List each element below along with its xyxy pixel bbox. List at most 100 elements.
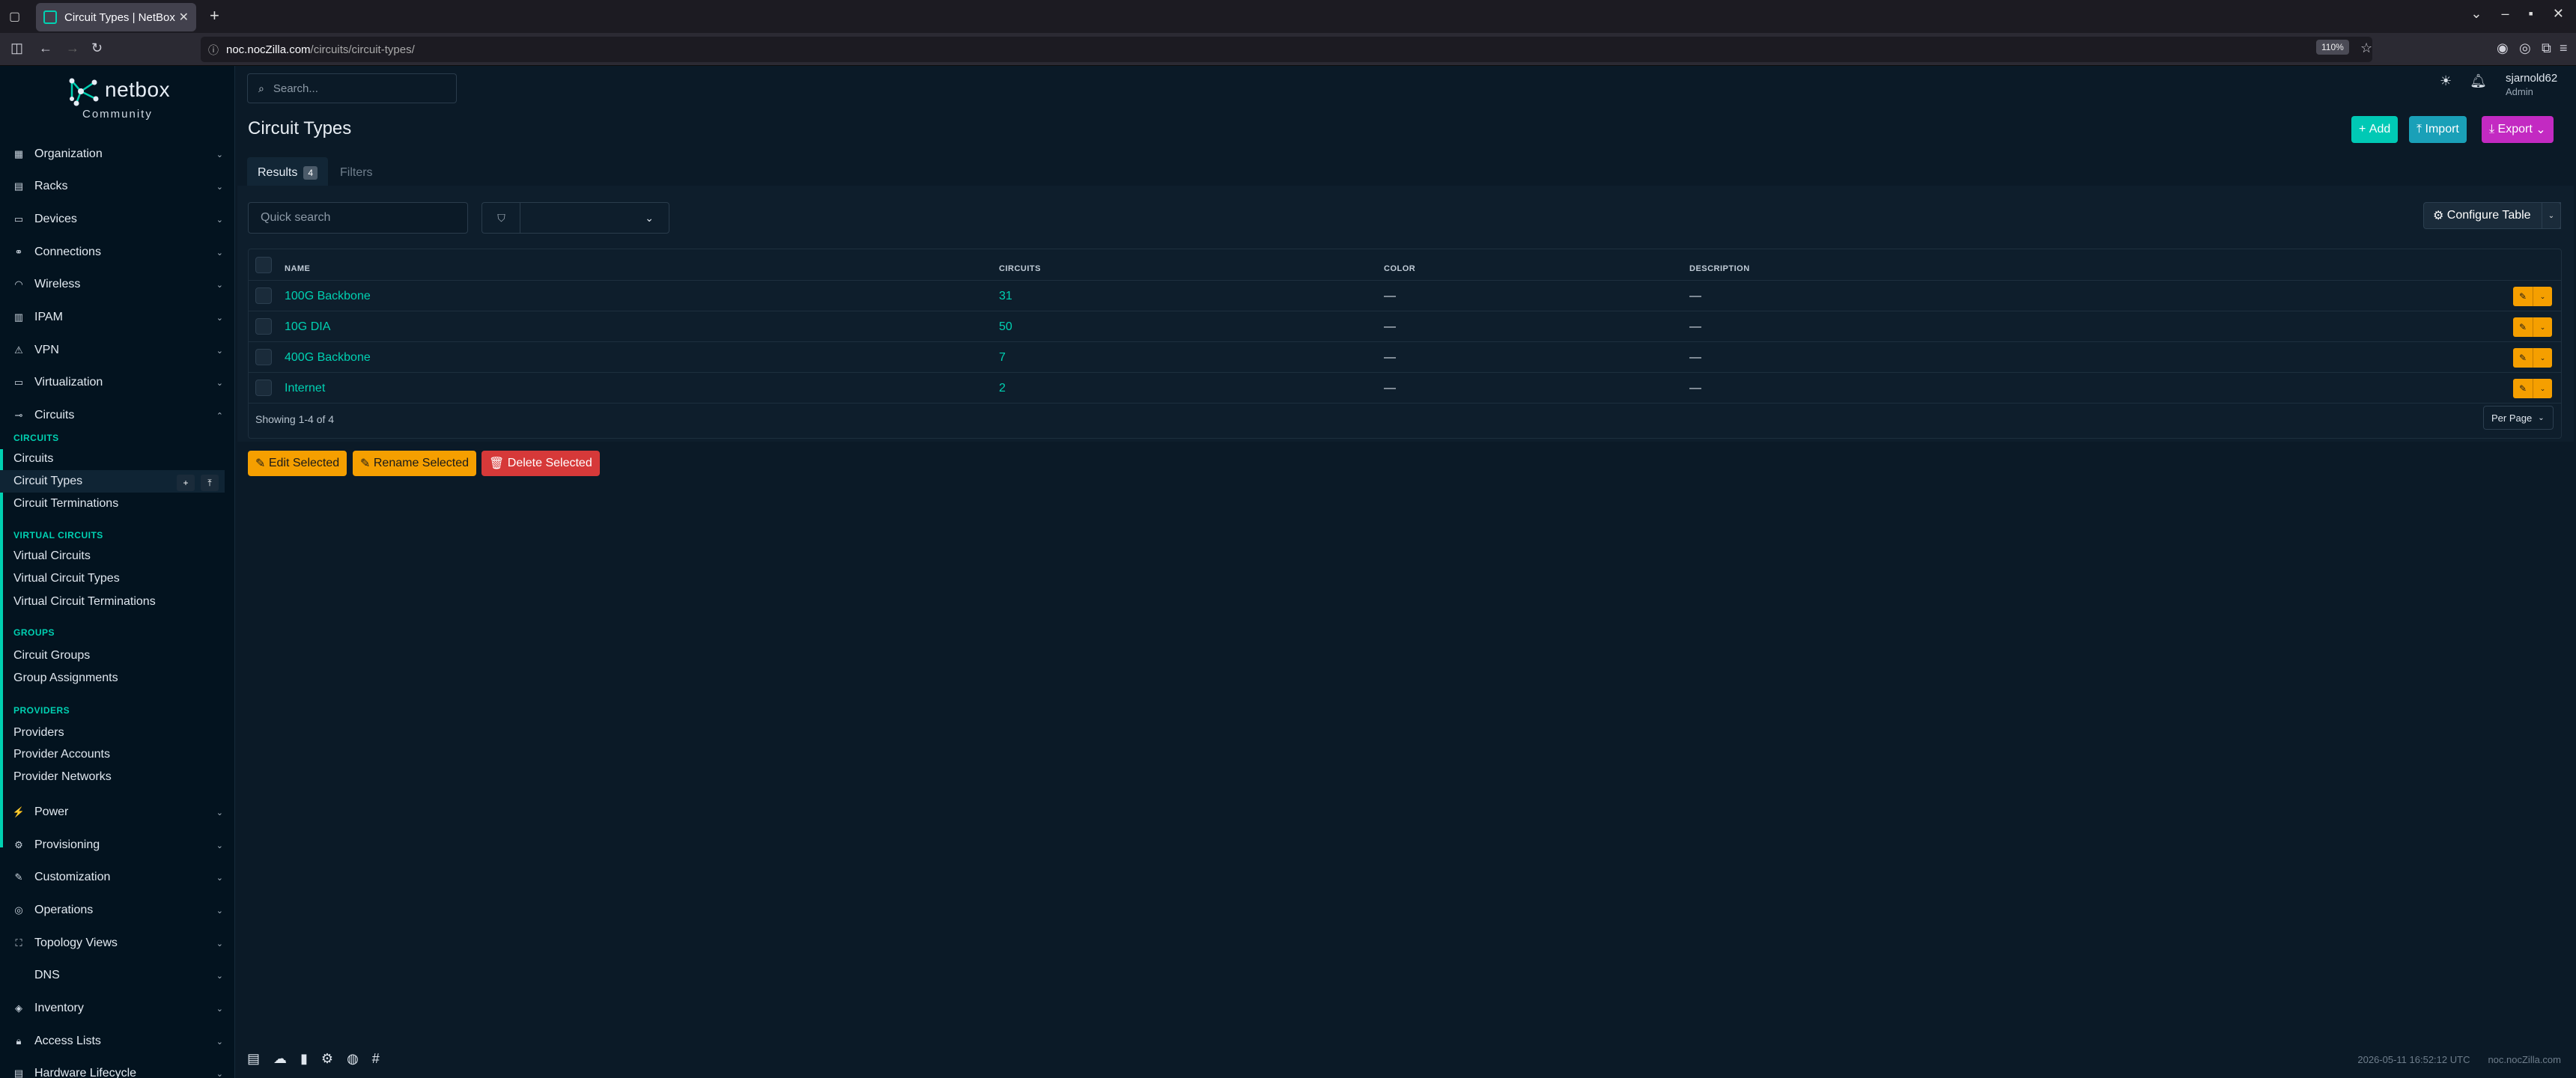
sidebar-item-provider-networks[interactable]: Provider Networks (0, 766, 225, 788)
circuit-type-name-link[interactable]: 100G Backbone (285, 290, 371, 303)
row-checkbox[interactable] (255, 287, 272, 304)
configure-table-button[interactable]: ⚙ Configure Table (2423, 202, 2561, 229)
menu-power[interactable]: ⚡ Power ⌄ (0, 797, 234, 827)
edit-pencil-icon[interactable]: ✎ (2513, 287, 2533, 306)
sidebar-item-virtual-circuits[interactable]: Virtual Circuits (0, 545, 225, 567)
privacy-icon[interactable]: ◎ (2519, 40, 2531, 56)
back-icon[interactable]: ← (39, 40, 52, 56)
circuit-type-name-link[interactable]: 10G DIA (285, 320, 330, 334)
tab-filters[interactable]: Filters (329, 157, 383, 189)
menu-dns[interactable]: DNS ⌄ (0, 960, 234, 990)
delete-selected-button[interactable]: 🗑︎ Delete Selected (482, 451, 600, 476)
close-tab-icon[interactable]: ✕ (179, 10, 189, 25)
bookmark-star-icon[interactable]: ☆ (2360, 40, 2372, 56)
book-icon[interactable]: ▮ (300, 1051, 308, 1067)
sidebar-item-circuit-terminations[interactable]: Circuit Terminations (0, 493, 225, 515)
user-menu[interactable]: sjarnold62 Admin (2506, 72, 2557, 99)
extensions-icon[interactable]: ⧉ (2542, 40, 2551, 56)
sidebar-item-provider-accounts[interactable]: Provider Accounts (0, 743, 225, 766)
maximize-icon[interactable]: ▪ (2529, 6, 2533, 22)
add-button[interactable]: + Add (2351, 116, 2399, 143)
forward-icon[interactable]: → (66, 40, 79, 56)
select-all-checkbox[interactable] (255, 257, 272, 273)
global-search-input[interactable]: ⌕ Search... (247, 73, 457, 103)
edit-pencil-icon[interactable]: ✎ (2513, 379, 2533, 398)
row-actions-dropdown[interactable]: ⌄ (2533, 287, 2552, 306)
new-tab-icon[interactable]: + (210, 6, 219, 25)
cloud-icon[interactable]: ☁ (273, 1051, 287, 1067)
menu-racks[interactable]: ▤ Racks ⌄ (0, 171, 234, 201)
menu-operations[interactable]: ◎ Operations ⌄ (0, 895, 234, 925)
circuit-count-link[interactable]: 7 (999, 351, 1006, 365)
menu-connections[interactable]: ⚭ Connections ⌄ (0, 237, 234, 267)
sidebar-item-virtual-circuit-terminations[interactable]: Virtual Circuit Terminations (0, 591, 225, 613)
minimize-icon[interactable]: – (2502, 6, 2509, 22)
url-bar[interactable]: ⓘ noc.nocZilla.com/circuits/circuit-type… (201, 37, 2372, 62)
row-checkbox[interactable] (255, 380, 272, 396)
menu-ipam[interactable]: ▥ IPAM ⌄ (0, 302, 234, 332)
edit-selected-button[interactable]: ✎ Edit Selected (248, 451, 347, 476)
menu-access-lists[interactable]: 🔒︎ Access Lists ⌄ (0, 1026, 234, 1056)
row-checkbox[interactable] (255, 349, 272, 365)
export-button[interactable]: ⤓ Export ⌄ (2482, 116, 2554, 143)
menu-customization[interactable]: ✎ Customization ⌄ (0, 862, 234, 892)
reload-icon[interactable]: ↻ (91, 40, 103, 56)
menu-topology-views[interactable]: ⛶ Topology Views ⌄ (0, 928, 234, 958)
menu-virtualization[interactable]: ▭ Virtualization ⌄ (0, 368, 234, 398)
circuit-type-name-link[interactable]: Internet (285, 382, 325, 395)
sidebar-item-virtual-circuit-types[interactable]: Virtual Circuit Types (0, 567, 225, 590)
menu-provisioning[interactable]: ⚙ Provisioning ⌄ (0, 830, 234, 860)
filter-icon[interactable]: ⛉ (482, 202, 520, 234)
menu-devices[interactable]: ▭ Devices ⌄ (0, 204, 234, 234)
sidebar-toggle-icon[interactable]: ◫ (10, 40, 23, 56)
edit-pencil-icon[interactable]: ✎ (2513, 348, 2533, 368)
sidebar-item-circuit-groups[interactable]: Circuit Groups (0, 645, 225, 667)
circuit-count-link[interactable]: 2 (999, 382, 1006, 395)
site-info-icon[interactable]: ⓘ (208, 43, 219, 58)
circuit-type-name-link[interactable]: 400G Backbone (285, 351, 371, 365)
column-header-description[interactable]: DESCRIPTION (1689, 264, 1750, 273)
notifications-bell-icon[interactable]: 🔔︎ (2470, 73, 2487, 89)
quick-search-input[interactable]: Quick search (248, 202, 468, 234)
saved-filter-select[interactable]: ⌄ (520, 202, 669, 234)
column-header-circuits[interactable]: CIRCUITS (999, 264, 1041, 273)
browser-tab[interactable]: Circuit Types | NetBox ✕ (36, 3, 196, 31)
window-close-icon[interactable]: ✕ (2553, 6, 2564, 22)
menu-wireless[interactable]: ◠ Wireless ⌄ (0, 270, 234, 299)
row-checkbox[interactable] (255, 318, 272, 335)
plugin-gear-icon[interactable]: ⚙ (321, 1051, 333, 1067)
circuit-count-link[interactable]: 50 (999, 320, 1012, 334)
circuit-count-link[interactable]: 31 (999, 290, 1012, 303)
import-button[interactable]: ⤒ Import (2409, 116, 2467, 143)
column-header-name[interactable]: NAME (285, 264, 310, 273)
tab-list-icon[interactable]: ▢ (9, 9, 20, 24)
sidebar-item-group-assignments[interactable]: Group Assignments (0, 667, 225, 689)
sidebar-item-circuits[interactable]: Circuits (0, 448, 225, 470)
slack-icon[interactable]: # (372, 1051, 380, 1067)
theme-toggle-icon[interactable]: ☀ (2440, 73, 2452, 89)
github-icon[interactable]: ◍ (347, 1051, 359, 1067)
tab-results[interactable]: Results 4 (247, 157, 329, 189)
tab-overflow-icon[interactable]: ⌄ (2470, 6, 2482, 22)
zoom-level[interactable]: 110% (2316, 40, 2349, 55)
add-circuit-type-icon[interactable]: + (177, 475, 195, 491)
menu-inventory[interactable]: ◈ Inventory ⌄ (0, 993, 234, 1023)
menu-organization[interactable]: ▦ Organization ⌄ (0, 139, 234, 169)
account-icon[interactable]: ◉ (2497, 40, 2509, 56)
row-actions-dropdown[interactable]: ⌄ (2533, 379, 2552, 398)
edit-pencil-icon[interactable]: ✎ (2513, 317, 2533, 337)
browser-menu-icon[interactable]: ≡ (2560, 40, 2568, 56)
column-header-color[interactable]: COLOR (1384, 264, 1415, 273)
sidebar-item-circuit-types[interactable]: Circuit Types + ⤒ (0, 470, 225, 493)
per-page-select[interactable]: Per Page ⌄ (2483, 406, 2554, 430)
configure-table-dropdown[interactable]: ⌄ (2542, 202, 2561, 229)
menu-hardware-lifecycle[interactable]: ▤ Hardware Lifecycle ⌄ (0, 1059, 234, 1078)
row-actions-dropdown[interactable]: ⌄ (2533, 348, 2552, 368)
rename-selected-button[interactable]: ✎ Rename Selected (353, 451, 477, 476)
import-circuit-type-icon[interactable]: ⤒ (201, 475, 219, 491)
sidebar-item-providers[interactable]: Providers (0, 722, 225, 744)
row-actions-dropdown[interactable]: ⌄ (2533, 317, 2552, 337)
menu-circuits[interactable]: ⊸ Circuits ⌃ (0, 401, 234, 430)
docs-icon[interactable]: ▤ (247, 1051, 260, 1067)
menu-vpn[interactable]: ⚠ VPN ⌄ (0, 335, 234, 365)
